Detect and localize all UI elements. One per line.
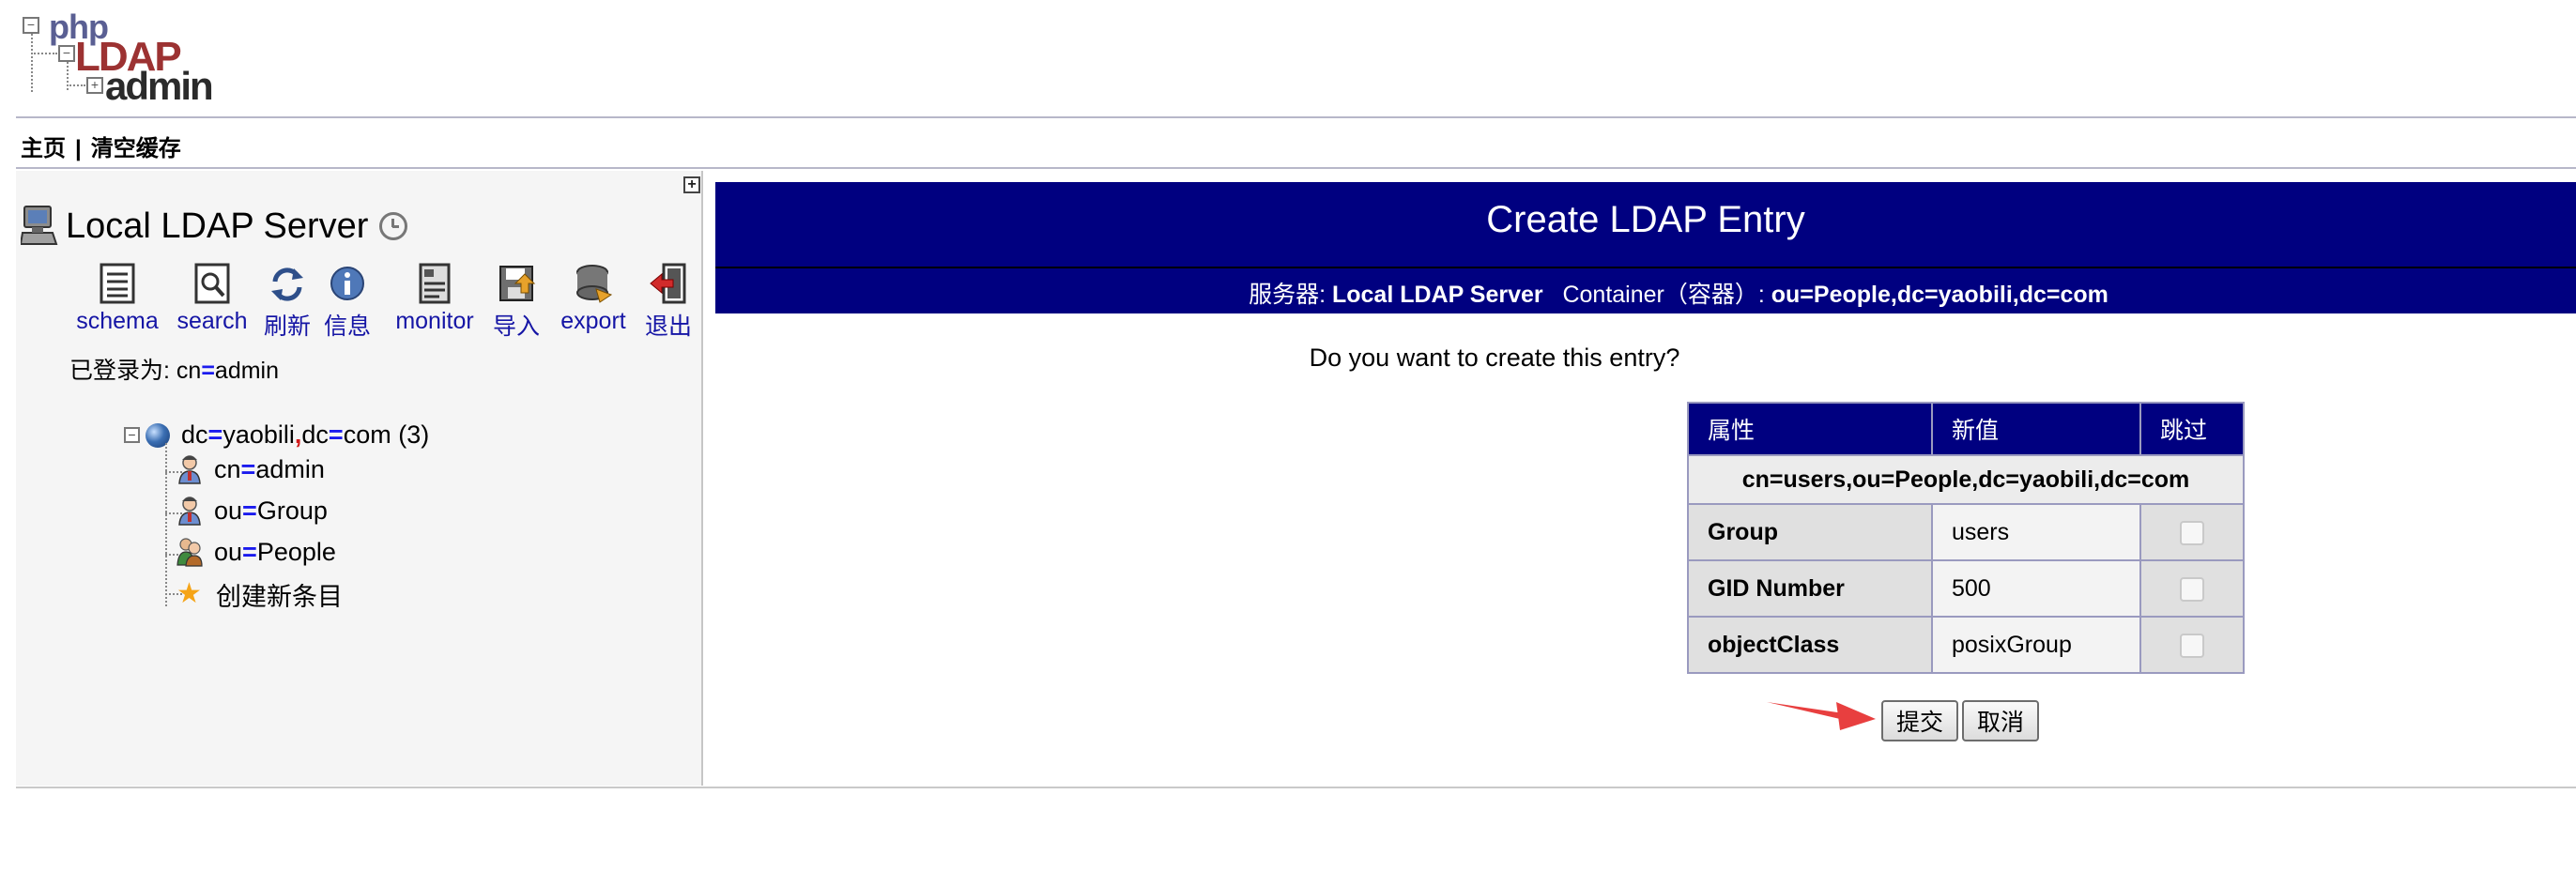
people-icon bbox=[176, 537, 203, 567]
phpldapadmin-logo[interactable]: − − + php LDAP admin bbox=[21, 8, 218, 108]
logo-minus-box: − bbox=[58, 45, 75, 62]
menu-divider bbox=[16, 167, 2576, 169]
refresh-icon bbox=[268, 263, 307, 304]
attr-value: 500 bbox=[1931, 559, 2141, 618]
header-new-value: 新值 bbox=[1931, 402, 2141, 456]
toolbar-label: 退出 bbox=[644, 313, 692, 340]
skip-checkbox[interactable] bbox=[2180, 633, 2204, 658]
cancel-button[interactable]: 取消 bbox=[1962, 700, 2040, 741]
top-menu: 主页 | 清空缓存 bbox=[21, 130, 181, 162]
page-header: Create LDAP Entry bbox=[715, 182, 2576, 268]
logged-in-value: admin bbox=[214, 358, 280, 384]
toolbar-label: 导入 bbox=[492, 313, 540, 340]
toolbar-label: search bbox=[176, 308, 248, 334]
skip-checkbox[interactable] bbox=[2180, 520, 2204, 545]
toolbar-schema[interactable]: schema bbox=[75, 263, 160, 335]
logout-icon bbox=[649, 263, 688, 304]
skip-cell bbox=[2139, 503, 2245, 561]
logged-in-prefix: 已登录为: bbox=[69, 358, 176, 384]
entry-table: 属性 新值 跳过 cn=users,ou=People,dc=yaobili,d… bbox=[1687, 402, 2245, 674]
collapse-icon[interactable]: − bbox=[124, 427, 140, 443]
tree-item-ou-people[interactable]: ou=People bbox=[176, 537, 336, 567]
attr-value: users bbox=[1931, 503, 2141, 561]
purge-cache-link[interactable]: 清空缓存 bbox=[91, 136, 181, 161]
toolbar-label: monitor bbox=[395, 308, 474, 334]
attr-name: GID Number bbox=[1687, 559, 1933, 618]
menu-separator: | bbox=[75, 136, 82, 161]
logged-in-info: 已登录为: cn=admin bbox=[69, 352, 279, 386]
tree-item-create-new[interactable]: ★ 创建新条目 bbox=[176, 576, 343, 613]
toolbar-label: export bbox=[560, 308, 626, 334]
import-icon bbox=[497, 263, 536, 304]
attr-name: Group bbox=[1687, 503, 1933, 561]
entry-dn: cn=users,ou=People,dc=yaobili,dc=com bbox=[1687, 454, 2245, 505]
submit-button[interactable]: 提交 bbox=[1881, 700, 1959, 741]
annotation-arrow-icon bbox=[1765, 693, 1878, 730]
export-icon bbox=[574, 263, 613, 304]
header-attribute: 属性 bbox=[1687, 402, 1933, 456]
logo-admin-text: admin bbox=[105, 64, 214, 108]
server-header: Local LDAP Server bbox=[19, 205, 408, 248]
dn-row: cn=users,ou=People,dc=yaobili,dc=com bbox=[1687, 454, 2245, 505]
logo-tree-line bbox=[67, 84, 85, 86]
create-new-label: 创建新条目 bbox=[216, 583, 343, 611]
monitor-icon bbox=[415, 263, 454, 304]
confirm-question: Do you want to create this entry? bbox=[1309, 344, 1680, 372]
context-bar: 服务器: Local LDAP Server Container（容器）: ou… bbox=[715, 268, 2576, 313]
page-title: Create LDAP Entry bbox=[1486, 199, 1805, 240]
logo-tree-line bbox=[31, 53, 57, 54]
toolbar-monitor[interactable]: monitor bbox=[387, 263, 483, 335]
toolbar-search[interactable]: search bbox=[175, 263, 250, 335]
schema-icon bbox=[98, 263, 137, 304]
tree-line bbox=[165, 443, 167, 606]
logo-tree-line bbox=[31, 34, 33, 92]
skip-checkbox[interactable] bbox=[2180, 576, 2204, 602]
toolbar-info[interactable]: 信息 bbox=[321, 263, 374, 342]
tree-root: − dc=yaobili,dc=com (3) bbox=[124, 420, 429, 450]
bottom-divider bbox=[16, 787, 2576, 788]
table-row: objectClass posixGroup bbox=[1687, 616, 2245, 674]
table-header-row: 属性 新值 跳过 bbox=[1687, 402, 2245, 456]
toolbar-logout[interactable]: 退出 bbox=[642, 263, 695, 342]
search-icon bbox=[192, 263, 232, 304]
attr-value: posixGroup bbox=[1931, 616, 2141, 674]
star-icon: ★ bbox=[176, 577, 202, 609]
expand-panel-icon[interactable]: + bbox=[683, 176, 700, 193]
container-value[interactable]: ou=People,dc=yaobili,dc=com bbox=[1771, 282, 2108, 308]
toolbar-label: 信息 bbox=[323, 313, 371, 340]
tree-item-cn-admin[interactable]: cn=admin bbox=[176, 454, 325, 484]
toolbar-label: 刷新 bbox=[263, 313, 311, 340]
toolbar-refresh[interactable]: 刷新 bbox=[261, 263, 314, 342]
header-skip: 跳过 bbox=[2139, 402, 2245, 456]
tree-item-ou-group[interactable]: ou=Group bbox=[176, 496, 328, 526]
table-row: GID Number 500 bbox=[1687, 559, 2245, 618]
attr-name: objectClass bbox=[1687, 616, 1933, 674]
logo-minus-box: − bbox=[23, 17, 39, 34]
toolbar-label: schema bbox=[76, 308, 159, 334]
server-computer-icon[interactable] bbox=[19, 205, 58, 248]
user-icon bbox=[176, 454, 203, 484]
server-name[interactable]: Local LDAP Server bbox=[66, 206, 368, 247]
clock-icon[interactable] bbox=[379, 212, 408, 240]
table-row: Group users bbox=[1687, 503, 2245, 561]
logged-in-attr: cn bbox=[176, 358, 202, 384]
skip-cell bbox=[2139, 616, 2245, 674]
top-divider bbox=[16, 116, 2576, 118]
server-value[interactable]: Local LDAP Server bbox=[1332, 282, 1543, 308]
logged-in-link[interactable]: cn=admin bbox=[176, 358, 279, 384]
tree-root-count: (3) bbox=[398, 420, 430, 449]
info-icon bbox=[328, 263, 367, 304]
home-link[interactable]: 主页 bbox=[21, 136, 66, 161]
toolbar-export[interactable]: export bbox=[552, 263, 635, 335]
toolbar-import[interactable]: 导入 bbox=[490, 263, 543, 342]
tree-root-link[interactable]: dc=yaobili,dc=com bbox=[181, 420, 391, 450]
skip-cell bbox=[2139, 559, 2245, 618]
user-icon bbox=[176, 496, 203, 526]
context-text: 服务器: Local LDAP Server Container（容器）: ou… bbox=[1249, 282, 2108, 308]
